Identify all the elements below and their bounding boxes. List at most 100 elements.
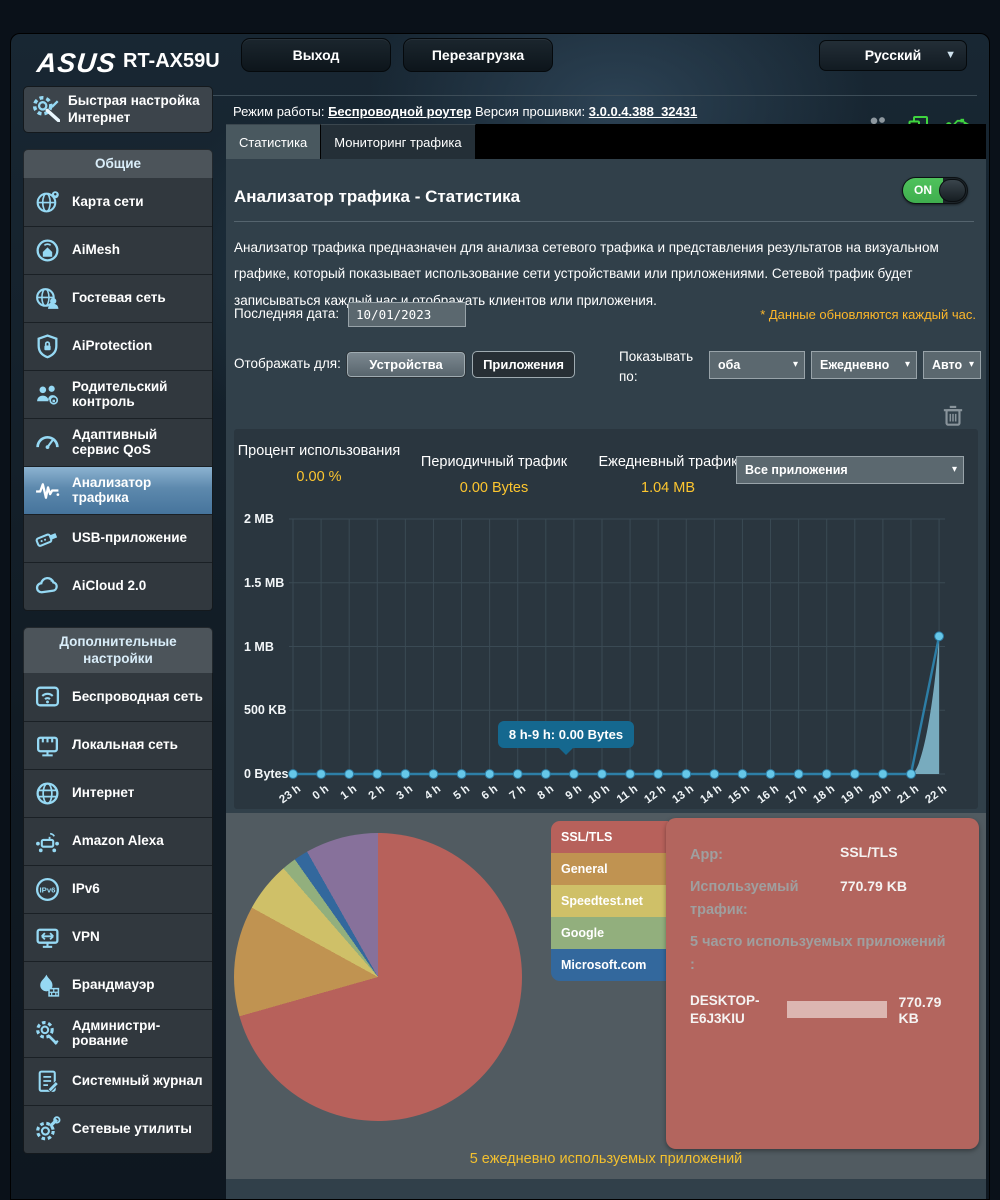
aicloud-icon [35,576,58,593]
sidebar-section-title: Дополнительные настройки [23,626,213,673]
mode-link[interactable]: Беспроводной роутер [328,104,471,119]
app-label: App: [690,847,724,863]
usb-app-icon [35,532,57,547]
device-name: DESKTOP-E6J3KIU [690,993,760,1026]
sidebar-item-network-tools[interactable]: Сетевые утилиты [24,1104,212,1153]
y-axis-label: 1.5 MB [244,575,285,590]
y-axis-label: 2 MB [244,512,274,526]
aiprotection-icon [37,333,57,358]
sidebar-item-wireless[interactable]: Беспроводная сеть [24,672,212,721]
sidebar-item-internet[interactable]: Интернет [24,768,212,817]
used-traffic-label: Используемый трафик: [690,879,799,918]
reboot-button[interactable]: Перезагрузка [403,38,553,72]
update-note: * Данные обновляются каждый час. [760,307,976,322]
applications-button[interactable]: Приложения [472,351,575,378]
pie-caption: 5 ежедневно используемых приложений [469,1151,743,1167]
pie-chart[interactable] [234,833,522,1121]
y-axis-label: 500 KB [244,703,287,718]
asus-logo: ASUS [35,48,118,78]
sidebar: Быстрая настройка Интернет Общие Карта се… [23,86,213,1154]
sidebar-item-traffic-analyzer[interactable]: Анализатор трафика [24,465,212,514]
show-by-label: Показывать по: [619,349,694,384]
internet-icon [35,782,59,805]
toggle-knob [939,179,966,202]
y-axis-label: 0 Bytes [244,767,289,781]
sidebar-item-aicloud[interactable]: AiCloud 2.0 [24,561,212,610]
vpn-icon [35,928,59,948]
trash-icon [943,405,963,426]
sidebar-item-administration[interactable]: Администри-рование [24,1008,212,1057]
chevron-down-icon: ▾ [968,359,974,370]
chevron-down-icon: ▾ [792,359,798,370]
sidebar-item-aiprotection[interactable]: AiProtection [24,321,212,370]
display-for-label: Отображать для: [234,356,341,371]
sidebar-item-usb-app[interactable]: USB-приложение [24,513,212,562]
legend-item[interactable]: SSL/TLS [551,821,668,853]
system-log-icon [38,1070,59,1093]
tab-traffic-monitor[interactable]: Мониторинг трафика [321,124,476,159]
controls-row: Отображать для: Устройства Приложения По… [234,349,981,395]
network-map-icon [36,191,59,213]
show-by-select-1[interactable]: Ежедневно ▾ [811,351,917,379]
sidebar-item-firewall[interactable]: Брандмауэр [24,960,212,1009]
network-tools-icon [35,1115,60,1141]
page-title: Анализатор трафика - Статистика [234,187,521,206]
app-value: SSL/TLS [840,844,898,860]
toggle-on-label: ON [903,178,943,203]
sidebar-item-aimesh[interactable]: AiMesh [24,225,212,274]
last-date-input[interactable] [348,302,466,327]
show-by-select-2[interactable]: Авто ▾ [923,351,981,379]
svg-text:IPv6: IPv6 [39,885,56,894]
logout-button[interactable]: Выход [241,38,391,72]
quick-internet-icon [32,96,61,123]
chart-tooltip: 8 h-9 h: 0.00 Bytes [497,721,635,755]
device-usage-row: DESKTOP-E6J3KIU 770.79 KB [690,992,965,1027]
tab-bar: Статистика Мониторинг трафика [226,124,986,159]
alexa-icon [35,832,59,852]
sidebar-section-title: Общие [23,149,213,178]
wireless-icon [35,686,59,707]
app-window: ASUS RT-AX59U Выход Перезагрузка Русский… [10,33,990,1200]
sidebar-item-qos[interactable]: Адаптивный сервис QoS [24,417,212,466]
traffic-analyzer-icon [35,482,59,499]
top-apps-label: 5 часто используемых приложений : [690,934,946,973]
sidebar-item-system-log[interactable]: Системный журнал [24,1056,212,1105]
firmware-link[interactable]: 3.0.0.4.388_32431 [589,104,697,119]
qos-icon [35,435,59,449]
firmware-label: Версия прошивки: [474,104,586,119]
sidebar-item-network-map[interactable]: Карта сети [24,177,212,226]
last-date-label: Последняя дата: [234,306,340,321]
language-select[interactable]: Русский ▼ [819,40,967,71]
sidebar-item-lan[interactable]: Локальная сеть [24,720,212,769]
device-usage-value: 770.79 KB [898,993,942,1026]
sidebar-item-ipv6[interactable]: IPv6 IPv6 [24,864,212,913]
show-by-select-0[interactable]: оба ▾ [709,351,805,379]
sidebar-item-vpn[interactable]: VPN [24,912,212,961]
aimesh-icon [35,239,59,262]
device-usage-bar [787,1001,887,1019]
guest-network-icon [35,287,58,309]
legend-item[interactable]: Microsoft.com [551,949,668,981]
line-chart: 0 Bytes 500 KB 1 MB 1.5 MB 2 MB 23 h0 h1 h2 h… [234,429,978,809]
sidebar-item-parental-control[interactable]: Родительский контроль [24,369,212,418]
sidebar-item-guest-network[interactable]: Гостевая сеть [24,273,212,322]
app-info-panel: App: SSL/TLS Используемый трафик: 770.79… [666,818,979,1149]
legend-item[interactable]: Speedtest.net [551,885,668,917]
legend-item[interactable]: General [551,853,668,885]
devices-button[interactable]: Устройства [346,351,466,378]
statistics-panel: Анализатор трафика - Статистика ON Анали… [226,159,986,1199]
used-traffic-value: 770.79 KB [840,878,907,895]
y-axis-label: 1 MB [244,639,274,654]
description-text: Анализатор трафика предназначен для анал… [234,240,939,308]
pie-section: SSL/TLS General Speedtest.net Google Microso… [226,813,986,1179]
quick-setup-label: Быстрая настройка Интернет [68,92,200,125]
mode-label: Режим работы: [233,104,325,119]
main-content: Статистика Мониторинг трафика Анализатор … [226,124,986,1199]
tab-statistics[interactable]: Статистика [226,124,322,159]
legend-item[interactable]: Google [551,917,668,949]
show-by-selects: оба ▾ Ежедневно ▾ Авто ▾ [709,351,981,379]
router-model: RT-AX59U [123,50,220,72]
traffic-analyzer-toggle[interactable]: ON [902,177,968,204]
sidebar-item-quick-setup[interactable]: Быстрая настройка Интернет [23,86,213,133]
sidebar-item-alexa[interactable]: Amazon Alexa [24,816,212,865]
